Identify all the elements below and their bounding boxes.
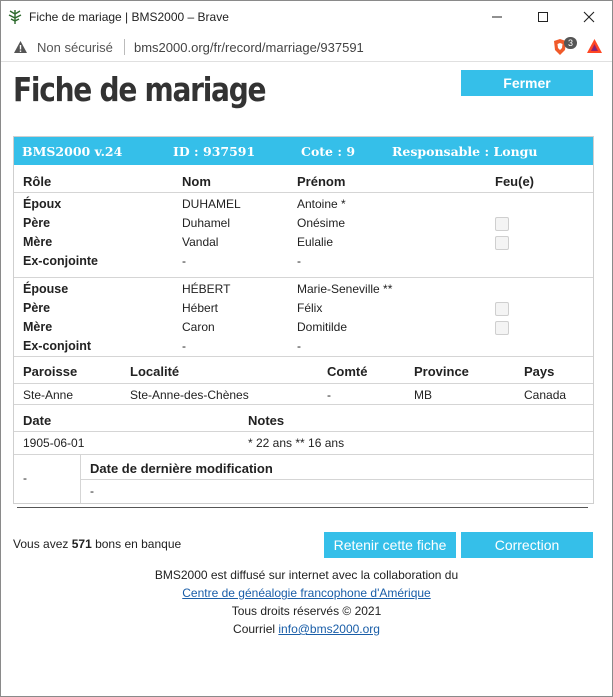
bride-mother-deceased-checkbox[interactable] xyxy=(495,321,509,335)
place-localite: Ste-Anne-des-Chènes xyxy=(130,388,249,402)
minimize-icon xyxy=(492,16,502,18)
divider xyxy=(14,454,593,455)
close-icon xyxy=(583,11,595,23)
groom-ex-role: Ex-conjointe xyxy=(23,254,99,268)
address-divider xyxy=(124,39,125,55)
record-cote: Cote : 9 xyxy=(301,144,356,159)
place-paroisse: Ste-Anne xyxy=(23,388,74,402)
groom-mother-role: Mère xyxy=(23,235,53,249)
maximize-icon xyxy=(538,12,548,22)
divider xyxy=(14,431,593,432)
groom-mother-deceased-checkbox[interactable] xyxy=(495,236,509,250)
col-header-nom: Nom xyxy=(182,174,211,189)
divider xyxy=(14,383,593,384)
bride-ex-nom: - xyxy=(182,339,186,353)
record-responsable: Responsable : Longu xyxy=(392,144,538,159)
bride-ex-role: Ex-conjoint xyxy=(23,339,92,353)
email-link[interactable]: info@bms2000.org xyxy=(278,622,380,636)
place-pays: Canada xyxy=(524,388,567,402)
bank-suffix: bons en banque xyxy=(91,537,182,551)
record-id: ID : 937591 xyxy=(173,144,256,159)
event-header-date: Date xyxy=(23,413,52,428)
divider xyxy=(81,479,593,480)
groom-father-role: Père xyxy=(23,216,51,230)
correction-button[interactable]: Correction xyxy=(461,532,593,558)
bank-count: 571 xyxy=(71,537,92,551)
title-bar: Fiche de mariage | BMS2000 – Brave xyxy=(1,1,612,33)
bat-rewards-icon[interactable] xyxy=(586,38,603,54)
warning-icon[interactable] xyxy=(13,40,28,54)
mail-prefix: Courriel xyxy=(233,622,279,636)
bride-mother-nom: Caron xyxy=(182,320,215,334)
address-bar[interactable]: Non sécurisé bms2000.org/fr/record/marri… xyxy=(1,33,612,62)
groom-father-deceased-checkbox[interactable] xyxy=(495,217,509,231)
groom-father-nom: Duhamel xyxy=(182,216,231,230)
page-title: Fiche de mariage xyxy=(13,70,267,109)
modification-left: - xyxy=(23,471,27,485)
bride-mother-role: Mère xyxy=(23,320,53,334)
groom-role: Époux xyxy=(23,197,62,211)
separator-line xyxy=(17,507,588,508)
place-header-paroisse: Paroisse xyxy=(23,364,78,379)
modification-header: Date de dernière modification xyxy=(90,461,273,476)
record-version: BMS2000 v.24 xyxy=(22,144,123,159)
event-date: 1905-06-01 xyxy=(23,436,85,450)
bank-text: Vous avez 571 bons en banque xyxy=(13,537,181,551)
record-header: BMS2000 v.24 ID : 937591 Cote : 9 Respon… xyxy=(14,137,593,165)
groom-mother-nom: Vandal xyxy=(182,235,219,249)
groom-ex-prenom: - xyxy=(297,254,301,268)
bride-father-deceased-checkbox[interactable] xyxy=(495,302,509,316)
groom-ex-nom: - xyxy=(182,254,186,268)
place-header-pays: Pays xyxy=(524,364,555,379)
bank-prefix: Vous avez xyxy=(13,537,72,551)
bride-prenom: Marie-Seneville ** xyxy=(297,282,393,296)
divider xyxy=(14,277,593,278)
minimize-button[interactable] xyxy=(474,1,520,33)
bride-role: Épouse xyxy=(23,282,69,296)
bride-ex-prenom: - xyxy=(297,339,301,353)
place-province: MB xyxy=(414,388,432,402)
maximize-button[interactable] xyxy=(520,1,566,33)
divider xyxy=(14,356,593,357)
footer-rights: Tous droits réservés © 2021 xyxy=(231,604,382,618)
browser-window: Fiche de mariage | BMS2000 – Brave Non s… xyxy=(0,0,613,697)
window-title: Fiche de mariage | BMS2000 – Brave xyxy=(29,10,229,24)
footer-mail-row: Courriel info@bms2000.org xyxy=(1,622,612,636)
place-header-comte: Comté xyxy=(327,364,368,379)
shield-count-badge: 3 xyxy=(564,37,577,49)
modification-value: - xyxy=(90,484,94,498)
divider xyxy=(14,192,593,193)
page-content: Fiche de mariage Fermer BMS2000 v.24 ID … xyxy=(1,62,612,696)
place-comte: - xyxy=(327,388,331,402)
url-text[interactable]: bms2000.org/fr/record/marriage/937591 xyxy=(134,40,364,55)
close-button[interactable]: Fermer xyxy=(461,70,593,96)
place-header-province: Province xyxy=(414,364,469,379)
col-header-role: Rôle xyxy=(23,174,52,189)
footer-line1: BMS2000 est diffusé sur internet avec la… xyxy=(154,568,459,582)
groom-mother-prenom: Eulalie xyxy=(297,235,334,249)
bride-father-role: Père xyxy=(23,301,51,315)
record-panel: BMS2000 v.24 ID : 937591 Cote : 9 Respon… xyxy=(13,136,594,504)
keep-record-button[interactable]: Retenir cette fiche xyxy=(324,532,456,558)
col-header-feu: Feu(e) xyxy=(495,174,534,189)
bride-father-prenom: Félix xyxy=(297,301,323,315)
cgfa-link[interactable]: Centre de généalogie francophone d'Améri… xyxy=(182,586,430,600)
security-status[interactable]: Non sécurisé xyxy=(37,40,113,55)
event-header-notes: Notes xyxy=(248,413,285,428)
place-header-localite: Localité xyxy=(130,364,180,379)
groom-nom: DUHAMEL xyxy=(182,197,241,211)
bride-mother-prenom: Domitilde xyxy=(297,320,348,334)
divider xyxy=(14,404,593,405)
bride-nom: HÉBERT xyxy=(182,282,231,296)
groom-prenom: Antoine * xyxy=(297,197,346,211)
bride-father-nom: Hébert xyxy=(182,301,219,315)
tree-icon xyxy=(8,10,22,24)
groom-father-prenom: Onésime xyxy=(297,216,346,230)
event-notes: * 22 ans ** 16 ans xyxy=(248,436,345,450)
footer-link-row: Centre de généalogie francophone d'Améri… xyxy=(1,586,612,600)
close-window-button[interactable] xyxy=(566,1,612,33)
col-header-prenom: Prénom xyxy=(297,174,346,189)
